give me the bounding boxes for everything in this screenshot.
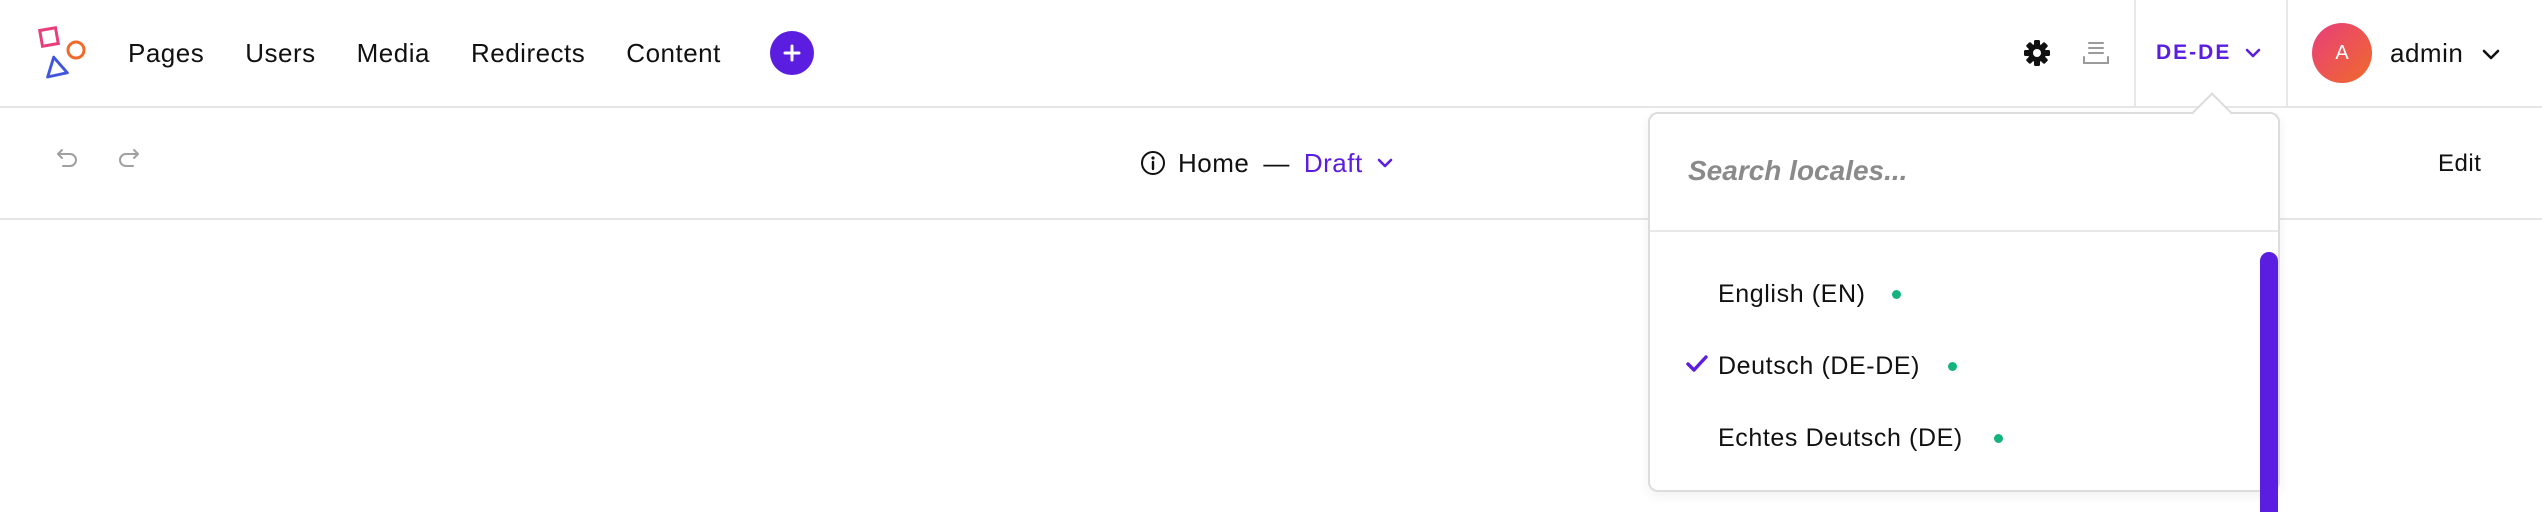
checkmark-icon (1686, 355, 1708, 372)
locale-option-label: English (EN) (1718, 279, 1866, 308)
chevron-down-icon (1377, 158, 1393, 168)
edit-button[interactable]: Edit (2438, 150, 2481, 178)
gear-icon[interactable] (2022, 38, 2052, 68)
status-dot (1948, 362, 1957, 371)
locale-dropdown: English (EN) Deutsch (DE-DE) Echtes Deut… (1648, 112, 2280, 512)
chevron-down-icon (2246, 48, 2261, 58)
chevron-down-icon[interactable] (2482, 48, 2500, 60)
locale-option-de[interactable]: Echtes Deutsch (DE) (1650, 406, 2250, 470)
breadcrumb-separator: — (1263, 147, 1290, 178)
page-breadcrumb: Home — Draft (1140, 108, 1393, 218)
header-divider (2134, 0, 2136, 106)
add-button[interactable] (770, 31, 814, 75)
app-logo[interactable] (34, 24, 92, 82)
top-navigation-bar: Pages Users Media Redirects Content DE-D… (0, 0, 2542, 108)
locale-switcher-button[interactable]: DE-DE (2156, 0, 2261, 106)
status-dot (1994, 434, 2003, 443)
status-dot (1892, 290, 1901, 299)
nav-item-pages[interactable]: Pages (128, 38, 204, 69)
page-title: Home (1178, 147, 1250, 178)
status-label: Draft (1303, 147, 1363, 178)
undo-icon[interactable] (54, 144, 82, 172)
info-icon[interactable] (1140, 150, 1166, 176)
header-divider (2286, 0, 2288, 106)
avatar[interactable]: A (2312, 23, 2372, 83)
redo-icon[interactable] (114, 144, 142, 172)
user-name[interactable]: admin (2390, 38, 2463, 69)
locale-option-en[interactable]: English (EN) (1650, 262, 2250, 326)
locale-search-input[interactable] (1688, 144, 2248, 198)
nav-item-redirects[interactable]: Redirects (471, 38, 585, 69)
status-dropdown[interactable]: Draft (1304, 148, 1393, 179)
plus-icon (783, 44, 801, 62)
nav-item-users[interactable]: Users (245, 38, 315, 69)
locale-option-label: Deutsch (DE-DE) (1718, 351, 1921, 380)
nav-item-media[interactable]: Media (357, 38, 430, 69)
locale-search (1650, 114, 2278, 232)
current-locale-label: DE-DE (2156, 41, 2232, 64)
dropdown-scrollbar[interactable] (2260, 252, 2278, 512)
main-nav: Pages Users Media Redirects Content (128, 0, 762, 106)
publish-queue-icon[interactable] (2082, 40, 2110, 66)
locale-option-de-de[interactable]: Deutsch (DE-DE) (1650, 334, 2250, 398)
locale-option-label: Echtes Deutsch (DE) (1718, 423, 1963, 452)
nav-item-content[interactable]: Content (626, 38, 721, 69)
